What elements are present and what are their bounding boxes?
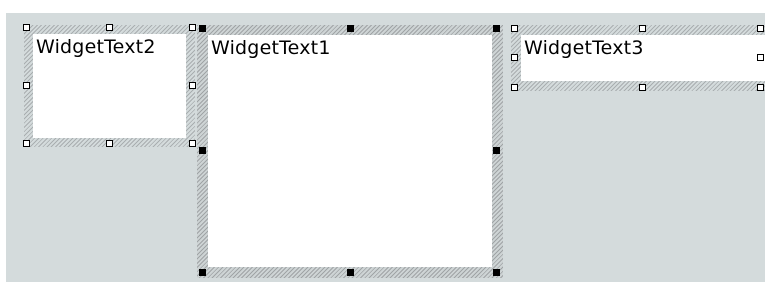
resize-handle-se[interactable]	[189, 140, 196, 147]
design-surface[interactable]: WidgetText2 WidgetText1 WidgetText3	[6, 13, 765, 282]
resize-handle-se[interactable]	[493, 269, 500, 276]
resize-handle-w[interactable]	[511, 54, 518, 61]
resize-handle-nw[interactable]	[199, 25, 206, 32]
widget-text-1[interactable]: WidgetText1	[197, 25, 503, 278]
resize-handle-n[interactable]	[347, 25, 354, 32]
resize-handle-w[interactable]	[23, 82, 30, 89]
resize-handle-s[interactable]	[347, 269, 354, 276]
resize-handle-sw[interactable]	[199, 269, 206, 276]
resize-handle-s[interactable]	[106, 140, 113, 147]
resize-handle-ne[interactable]	[493, 25, 500, 32]
resize-handle-e[interactable]	[757, 54, 764, 61]
resize-handle-ne[interactable]	[757, 25, 764, 32]
resize-handle-sw[interactable]	[23, 140, 30, 147]
resize-handle-se[interactable]	[757, 84, 764, 91]
widget-text-2[interactable]: WidgetText2	[23, 24, 196, 147]
resize-handle-s[interactable]	[639, 84, 646, 91]
resize-handle-n[interactable]	[106, 24, 113, 31]
resize-handle-nw[interactable]	[23, 24, 30, 31]
widget-text-3-client: WidgetText3	[521, 35, 765, 81]
designer-canvas: WidgetText2 WidgetText1 WidgetText3	[0, 0, 765, 282]
resize-handle-n[interactable]	[639, 25, 646, 32]
resize-handle-w[interactable]	[199, 147, 206, 154]
resize-handle-e[interactable]	[189, 82, 196, 89]
widget-text-2-label: WidgetText2	[36, 36, 156, 58]
resize-handle-sw[interactable]	[511, 84, 518, 91]
widget-text-2-client: WidgetText2	[33, 34, 186, 138]
resize-handle-e[interactable]	[493, 147, 500, 154]
widget-text-1-client: WidgetText1	[208, 35, 492, 267]
resize-handle-ne[interactable]	[189, 24, 196, 31]
widget-text-1-label: WidgetText1	[211, 37, 331, 59]
widget-text-3[interactable]: WidgetText3	[511, 25, 765, 91]
widget-text-3-label: WidgetText3	[524, 37, 644, 59]
resize-handle-nw[interactable]	[511, 25, 518, 32]
